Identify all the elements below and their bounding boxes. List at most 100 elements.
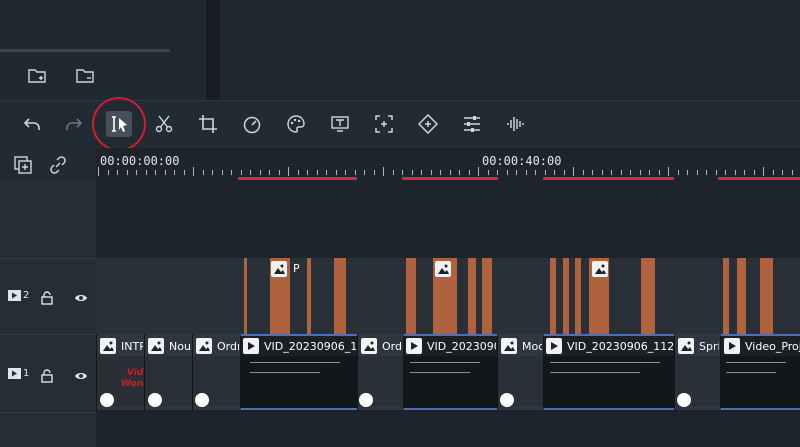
ruler-tick <box>782 170 783 175</box>
ruler-tick <box>716 170 717 175</box>
redo-icon[interactable] <box>62 112 86 136</box>
crop-icon[interactable] <box>196 112 220 136</box>
track2-number: 2 <box>23 290 30 301</box>
thumbnail-detail <box>250 362 340 363</box>
track2-clip[interactable] <box>244 258 247 334</box>
ruler-tick <box>725 170 726 175</box>
clip-label: INTR <box>121 340 143 353</box>
track2-clip[interactable] <box>550 258 556 334</box>
ruler-tick <box>260 170 261 175</box>
video-clip-icon <box>406 338 422 354</box>
clip-thumbnail <box>241 356 357 408</box>
render-bar <box>543 177 674 180</box>
ruler-tick <box>469 170 470 175</box>
clip-label: VID_20230906 <box>427 340 496 353</box>
track2-clip[interactable] <box>406 258 416 334</box>
panel-divider[interactable] <box>206 0 220 100</box>
add-track-icon[interactable] <box>11 153 35 177</box>
ruler-tick <box>602 170 603 175</box>
clip-label: Nou <box>169 340 191 353</box>
ruler-tick <box>440 170 441 175</box>
image-clip-icon <box>435 261 451 277</box>
ruler-tick <box>336 170 337 175</box>
track2-clip[interactable] <box>468 258 476 334</box>
track2-eye-icon[interactable] <box>74 290 88 304</box>
timecode-start: 00:00:00:00 <box>100 154 180 168</box>
transition-marker[interactable] <box>148 393 162 407</box>
track1-lock-icon[interactable] <box>40 368 54 383</box>
ruler-tick <box>706 170 707 175</box>
transition-marker[interactable] <box>100 393 114 407</box>
remove-folder-icon[interactable] <box>75 67 95 85</box>
ruler-tick <box>535 170 536 175</box>
audio-icon[interactable] <box>504 112 528 136</box>
ruler-tick <box>611 170 612 175</box>
scissors-icon[interactable] <box>152 112 176 136</box>
ruler-tick <box>678 170 679 175</box>
ruler-tick <box>516 170 517 175</box>
empty-track-area[interactable] <box>96 182 800 258</box>
track2-clip[interactable] <box>737 258 746 334</box>
track2-clip[interactable] <box>482 258 492 334</box>
ruler-tick <box>744 170 745 175</box>
color-icon[interactable] <box>284 112 308 136</box>
adjust-icon[interactable] <box>460 112 484 136</box>
clip-label: Video_Proj <box>745 340 800 353</box>
track2-clip[interactable] <box>575 258 581 334</box>
track2-clip[interactable] <box>307 258 311 334</box>
empty-track-area[interactable] <box>96 412 800 447</box>
new-folder-icon[interactable] <box>27 67 47 85</box>
render-bar <box>718 177 800 180</box>
media-scrollbar[interactable] <box>0 49 170 52</box>
track2-lock-icon[interactable] <box>40 290 54 305</box>
image-clip-icon <box>592 261 608 277</box>
transition-marker[interactable] <box>195 393 209 407</box>
ruler-tick <box>155 170 156 175</box>
thumbnail-detail <box>550 362 660 363</box>
link-icon[interactable] <box>46 153 70 177</box>
transition-marker[interactable] <box>677 393 691 407</box>
ruler-tick <box>222 170 223 175</box>
image-clip-icon <box>271 261 287 277</box>
clip-label: P <box>293 262 300 275</box>
image-clip-icon <box>678 338 694 354</box>
ruler-tick <box>288 167 289 176</box>
fit-icon[interactable] <box>372 112 396 136</box>
ruler-tick <box>431 170 432 175</box>
ruler-tick <box>307 170 308 175</box>
ruler-tick <box>127 170 128 175</box>
thumbnail-text: Wond <box>121 379 144 389</box>
thumbnail-detail <box>726 372 776 373</box>
track2-clip[interactable] <box>641 258 655 334</box>
ruler-tick <box>203 170 204 175</box>
keyframe-icon[interactable] <box>416 112 440 136</box>
render-bar <box>402 177 498 180</box>
thumbnail-detail <box>410 362 480 363</box>
text-icon[interactable] <box>328 112 352 136</box>
ruler-tick <box>526 170 527 175</box>
transition-marker[interactable] <box>359 393 373 407</box>
ruler-tick <box>545 170 546 175</box>
ruler-tick <box>212 170 213 175</box>
timecode-mid: 00:00:40:00 <box>482 154 562 168</box>
ruler-tick <box>459 170 460 175</box>
transition-marker[interactable] <box>500 393 514 407</box>
track1-eye-icon[interactable] <box>74 368 88 382</box>
video-clip-icon <box>243 338 259 354</box>
ruler-tick <box>649 170 650 175</box>
ruler-tick <box>497 170 498 175</box>
track1-label: 1 <box>8 368 29 379</box>
clip-label: Ordr <box>217 340 239 353</box>
select-icon[interactable] <box>106 111 132 137</box>
track2-clip[interactable] <box>334 258 346 334</box>
undo-icon[interactable] <box>20 112 44 136</box>
speed-icon[interactable] <box>240 112 264 136</box>
track2-clip[interactable] <box>760 258 773 334</box>
ruler-tick <box>117 170 118 175</box>
video-track-icon <box>8 290 21 301</box>
clip-label: VID_20230906_11 <box>264 340 356 353</box>
track2-clip[interactable] <box>723 258 729 334</box>
ruler-tick <box>374 170 375 175</box>
ruler-tick <box>668 167 669 176</box>
track2-clip[interactable] <box>563 258 569 334</box>
